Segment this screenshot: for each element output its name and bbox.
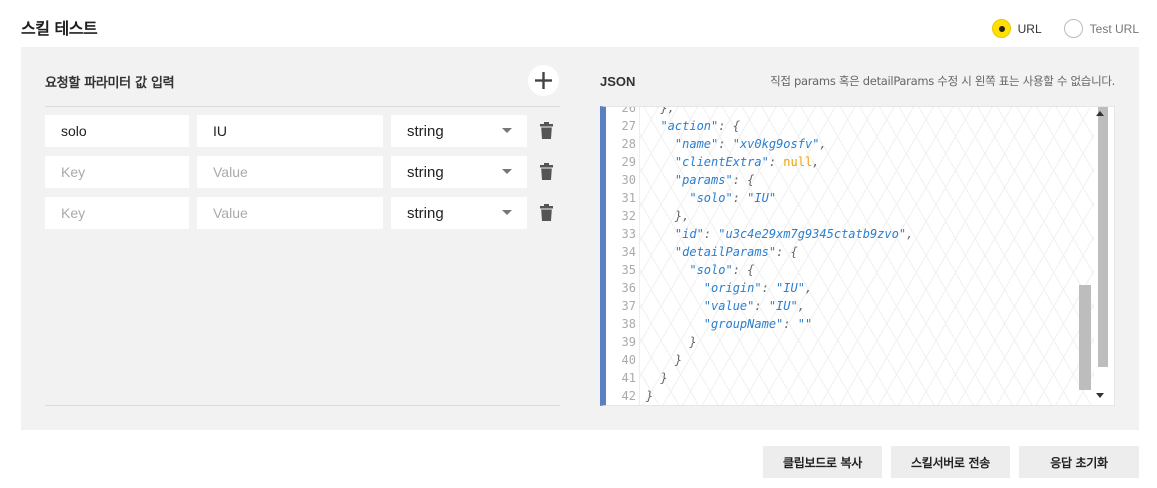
line-number: 30	[621, 173, 636, 187]
param-value-input[interactable]	[197, 156, 383, 188]
line-number: 39	[621, 335, 636, 349]
code-text: }	[646, 353, 683, 367]
json-note: 직접 params 혹은 detailParams 수정 시 왼쪽 표는 사용할…	[770, 74, 1115, 88]
scroll-up-icon[interactable]	[1096, 111, 1104, 116]
copy-clipboard-button[interactable]: 클립보드로 복사	[763, 446, 882, 478]
scroll-track[interactable]	[1098, 107, 1108, 367]
param-value-input[interactable]	[197, 197, 383, 229]
editor-scrollbar-outer[interactable]	[1094, 107, 1114, 405]
code-text: "detailParams": {	[674, 245, 798, 259]
radio-url-label: URL	[1017, 21, 1042, 36]
params-title: 요청할 파라미터 값 입력	[45, 76, 175, 91]
line-number: 36	[621, 281, 636, 295]
code-text: },	[646, 106, 675, 115]
page-title: 스킬 테스트	[21, 19, 98, 38]
add-param-button[interactable]	[528, 65, 559, 96]
param-value-input[interactable]	[197, 115, 383, 147]
test-panel: 요청할 파라미터 값 입력 string string	[21, 47, 1139, 430]
param-type-value: string	[407, 122, 444, 140]
radio-url[interactable]: URL	[991, 19, 1042, 38]
divider	[45, 405, 560, 406]
param-key-input[interactable]	[45, 156, 189, 188]
line-number: 33	[621, 227, 636, 241]
line-number: 35	[621, 263, 636, 277]
code-text: "params": {	[674, 173, 755, 187]
line-number: 42	[621, 389, 636, 403]
radio-unselected-icon[interactable]	[1063, 19, 1083, 38]
param-key-input[interactable]	[45, 115, 189, 147]
trash-icon[interactable]	[540, 122, 553, 139]
scroll-down-icon[interactable]	[1096, 393, 1104, 398]
line-number: 32	[621, 209, 636, 223]
code-text: }	[646, 371, 668, 385]
code-text: "solo": "IU"	[689, 191, 777, 205]
line-number: 38	[621, 317, 636, 331]
line-number: 34	[621, 245, 636, 259]
code-text: "value": "IU",	[703, 299, 805, 313]
code-text: "id": "u3c4e29xm7g9345ctatb9zvo",	[674, 227, 914, 241]
code-text: "groupName": ""	[703, 317, 813, 331]
line-number: 29	[621, 155, 636, 169]
code-text: "action": {	[660, 119, 740, 133]
reset-response-button[interactable]: 응답 초기화	[1019, 446, 1139, 478]
param-type-select[interactable]: string	[391, 197, 527, 229]
param-key-input[interactable]	[45, 197, 189, 229]
divider	[45, 106, 560, 107]
code-text: },	[646, 209, 690, 223]
radio-selected-icon[interactable]	[991, 19, 1011, 38]
code-text: "solo": {	[689, 263, 755, 277]
code-text: "clientExtra": null,	[674, 155, 820, 169]
code-text: "name": "xv0kg9osfv",	[674, 137, 827, 151]
param-type-select[interactable]: string	[391, 115, 527, 147]
code-text: }	[646, 389, 654, 403]
trash-icon[interactable]	[540, 163, 553, 180]
line-number: 26	[621, 106, 636, 115]
caret-down-icon	[502, 169, 512, 174]
line-number: 41	[621, 371, 636, 385]
plus-icon	[535, 72, 552, 89]
code-text: }	[646, 335, 697, 349]
param-type-value: string	[407, 204, 444, 222]
json-editor[interactable]: 26 }, 27 "action": { 28 "name": "xv0kg9osf…	[600, 106, 1115, 406]
line-number: 37	[621, 299, 636, 313]
scroll-thumb[interactable]	[1079, 285, 1091, 390]
caret-down-icon	[502, 210, 512, 215]
line-number: 27	[621, 119, 636, 133]
radio-test-url[interactable]: Test URL	[1063, 19, 1139, 38]
param-type-value: string	[407, 163, 444, 181]
radio-test-url-label: Test URL	[1089, 21, 1139, 36]
line-number: 31	[621, 191, 636, 205]
mode-radio-group: URL Test URL	[991, 19, 1139, 38]
line-number: 40	[621, 353, 636, 367]
line-number: 28	[621, 137, 636, 151]
send-to-skill-server-button[interactable]: 스킬서버로 전송	[891, 446, 1010, 478]
code-text: "origin": "IU",	[703, 281, 813, 295]
trash-icon[interactable]	[540, 204, 553, 221]
json-label: JSON	[600, 74, 636, 89]
param-type-select[interactable]: string	[391, 156, 527, 188]
caret-down-icon	[502, 128, 512, 133]
